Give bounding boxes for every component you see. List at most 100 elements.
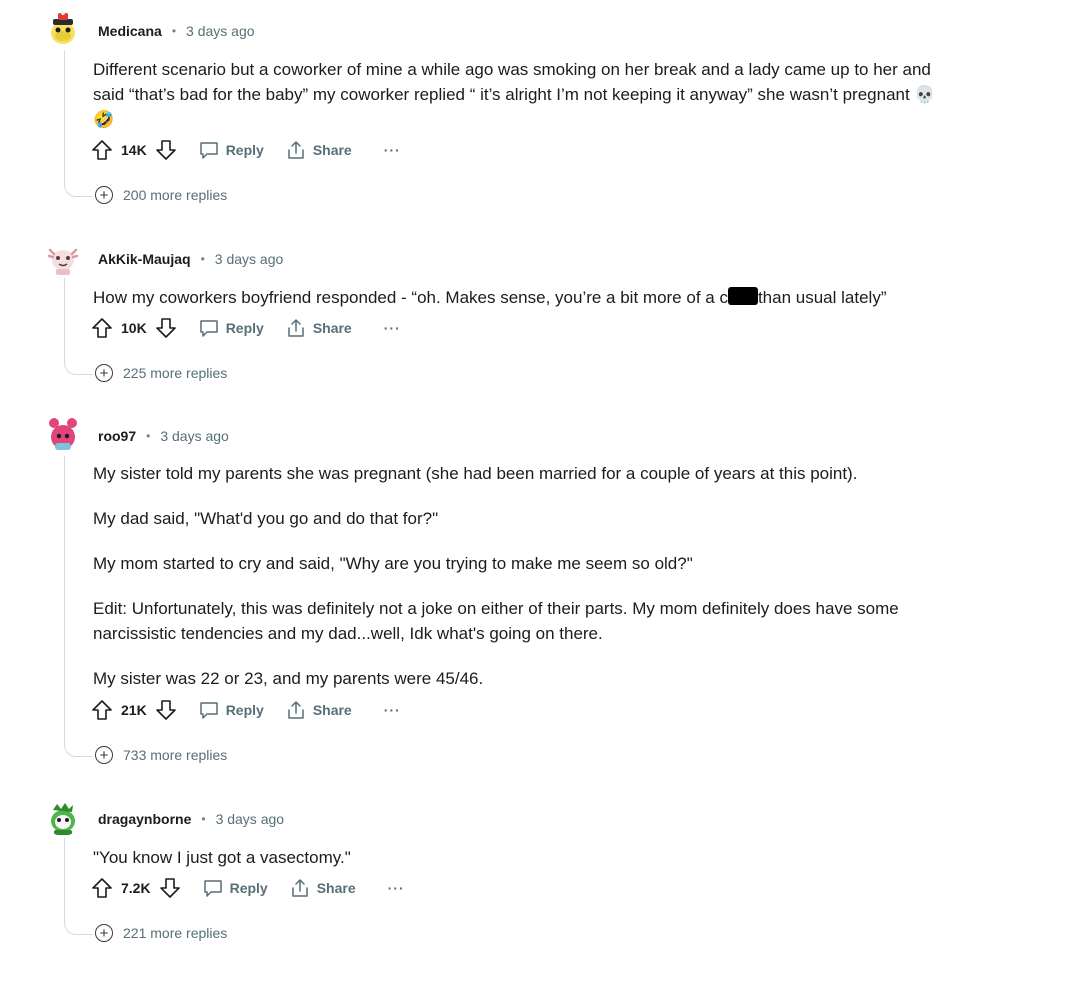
reply-button[interactable]: Reply xyxy=(199,700,264,720)
plus-circle-icon: + xyxy=(95,364,113,382)
redaction-box xyxy=(727,287,758,305)
vote-count: 7.2K xyxy=(121,880,151,896)
upvote-icon[interactable] xyxy=(91,317,113,339)
comment-actions: 14K Reply Share ··· xyxy=(91,137,401,163)
timestamp[interactable]: 3 days ago xyxy=(160,428,229,444)
share-button[interactable]: Share xyxy=(286,700,352,720)
comment-text: than usual lately” xyxy=(757,288,887,307)
comment-paragraph: My dad said, "What'd you go and do that … xyxy=(93,509,439,528)
comment-paragraph: My mom started to cry and said, "Why are… xyxy=(93,554,693,573)
share-label: Share xyxy=(316,880,356,896)
author-name[interactable]: Medicana xyxy=(98,23,162,39)
upvote-icon[interactable] xyxy=(91,877,113,899)
reply-button[interactable]: Reply xyxy=(199,318,264,338)
reply-button[interactable]: Reply xyxy=(199,140,264,160)
avatar[interactable] xyxy=(44,415,82,453)
timestamp[interactable]: 3 days ago xyxy=(215,251,284,267)
more-replies-label: 200 more replies xyxy=(123,187,228,203)
avatar[interactable] xyxy=(44,10,82,48)
more-options-icon[interactable]: ··· xyxy=(384,320,401,336)
comment-meta: roo97 • 3 days ago xyxy=(98,426,229,446)
snoo-avatar-icon xyxy=(44,798,82,836)
more-replies-link[interactable]: + 733 more replies xyxy=(95,744,227,766)
reply-label: Reply xyxy=(225,702,264,718)
more-replies-label: 225 more replies xyxy=(123,365,228,381)
upvote-icon[interactable] xyxy=(91,699,113,721)
downvote-icon[interactable] xyxy=(155,139,177,161)
share-icon xyxy=(288,319,304,337)
more-replies-link[interactable]: + 200 more replies xyxy=(95,184,227,206)
comment-bubble-icon xyxy=(199,320,218,337)
reply-label: Reply xyxy=(225,142,264,158)
plus-circle-icon: + xyxy=(95,186,113,204)
comment-bubble-icon xyxy=(203,880,222,897)
comment-body: "You know I just got a vasectomy." xyxy=(93,845,973,870)
thread-line[interactable] xyxy=(64,456,93,757)
snoo-avatar-icon xyxy=(44,238,82,276)
more-replies-link[interactable]: + 221 more replies xyxy=(95,922,227,944)
snoo-avatar-icon xyxy=(44,415,82,453)
author-name[interactable]: roo97 xyxy=(98,428,136,444)
separator-dot: • xyxy=(171,24,177,38)
share-button[interactable]: Share xyxy=(286,318,352,338)
share-label: Share xyxy=(312,142,352,158)
more-replies-link[interactable]: + 225 more replies xyxy=(95,362,227,384)
plus-circle-icon: + xyxy=(95,746,113,764)
comment-text-line: 🤣 xyxy=(93,110,115,129)
comment-bubble-icon xyxy=(199,702,218,719)
comment-text-line: Different scenario but a coworker of min… xyxy=(93,60,931,79)
share-button[interactable]: Share xyxy=(286,140,352,160)
share-label: Share xyxy=(312,702,352,718)
plus-circle-icon: + xyxy=(95,924,113,942)
comment-text: "You know I just got a vasectomy." xyxy=(93,848,351,867)
downvote-icon[interactable] xyxy=(155,317,177,339)
upvote-icon[interactable] xyxy=(91,139,113,161)
comment-meta: AkKik-Maujaq • 3 days ago xyxy=(98,249,283,269)
more-replies-label: 733 more replies xyxy=(123,747,228,763)
share-icon xyxy=(288,141,304,159)
comment-bubble-icon xyxy=(199,142,218,159)
share-icon xyxy=(291,879,308,897)
comment-actions: 21K Reply Share ··· xyxy=(91,697,401,723)
comment-body: My sister told my parents she was pregna… xyxy=(93,461,953,691)
comment-actions: 7.2K Reply Share ··· xyxy=(91,875,405,901)
thread-line[interactable] xyxy=(64,278,93,375)
comment-text-line: said “that’s bad for the baby” my cowork… xyxy=(93,85,936,104)
separator-dot: • xyxy=(200,252,205,266)
comment-text: How my coworkers boyfriend responded - “… xyxy=(93,288,728,307)
author-name[interactable]: AkKik-Maujaq xyxy=(98,251,191,267)
vote-count: 10K xyxy=(121,320,147,336)
more-options-icon[interactable]: ··· xyxy=(388,880,405,896)
comment-meta: Medicana • 3 days ago xyxy=(98,21,255,41)
comment-paragraph: My sister told my parents she was pregna… xyxy=(93,464,858,483)
reply-label: Reply xyxy=(225,320,264,336)
avatar[interactable] xyxy=(44,798,82,836)
more-replies-label: 221 more replies xyxy=(123,925,228,941)
thread-line[interactable] xyxy=(64,838,93,935)
vote-count: 21K xyxy=(121,702,147,718)
comment-actions: 10K Reply Share ··· xyxy=(91,315,401,341)
comment-paragraph: Edit: Unfortunately, this was definitely… xyxy=(93,599,899,643)
reply-label: Reply xyxy=(229,880,268,896)
timestamp[interactable]: 3 days ago xyxy=(216,811,285,827)
comment-meta: dragaynborne • 3 days ago xyxy=(98,809,284,829)
more-options-icon[interactable]: ··· xyxy=(384,142,401,158)
comment-paragraph: My sister was 22 or 23, and my parents w… xyxy=(93,669,484,688)
thread-line[interactable] xyxy=(64,50,93,197)
downvote-icon[interactable] xyxy=(155,699,177,721)
vote-count: 14K xyxy=(121,142,147,158)
reply-button[interactable]: Reply xyxy=(203,878,268,898)
separator-dot: • xyxy=(146,429,151,443)
share-label: Share xyxy=(312,320,352,336)
comment-body: How my coworkers boyfriend responded - “… xyxy=(93,285,973,310)
comment-body: Different scenario but a coworker of min… xyxy=(93,57,973,132)
timestamp[interactable]: 3 days ago xyxy=(186,23,255,39)
separator-dot: • xyxy=(201,812,206,826)
share-icon xyxy=(288,701,304,719)
snoo-avatar-icon xyxy=(44,10,82,48)
avatar[interactable] xyxy=(44,238,82,276)
more-options-icon[interactable]: ··· xyxy=(384,702,401,718)
author-name[interactable]: dragaynborne xyxy=(98,811,191,827)
downvote-icon[interactable] xyxy=(159,877,181,899)
share-button[interactable]: Share xyxy=(290,878,356,898)
